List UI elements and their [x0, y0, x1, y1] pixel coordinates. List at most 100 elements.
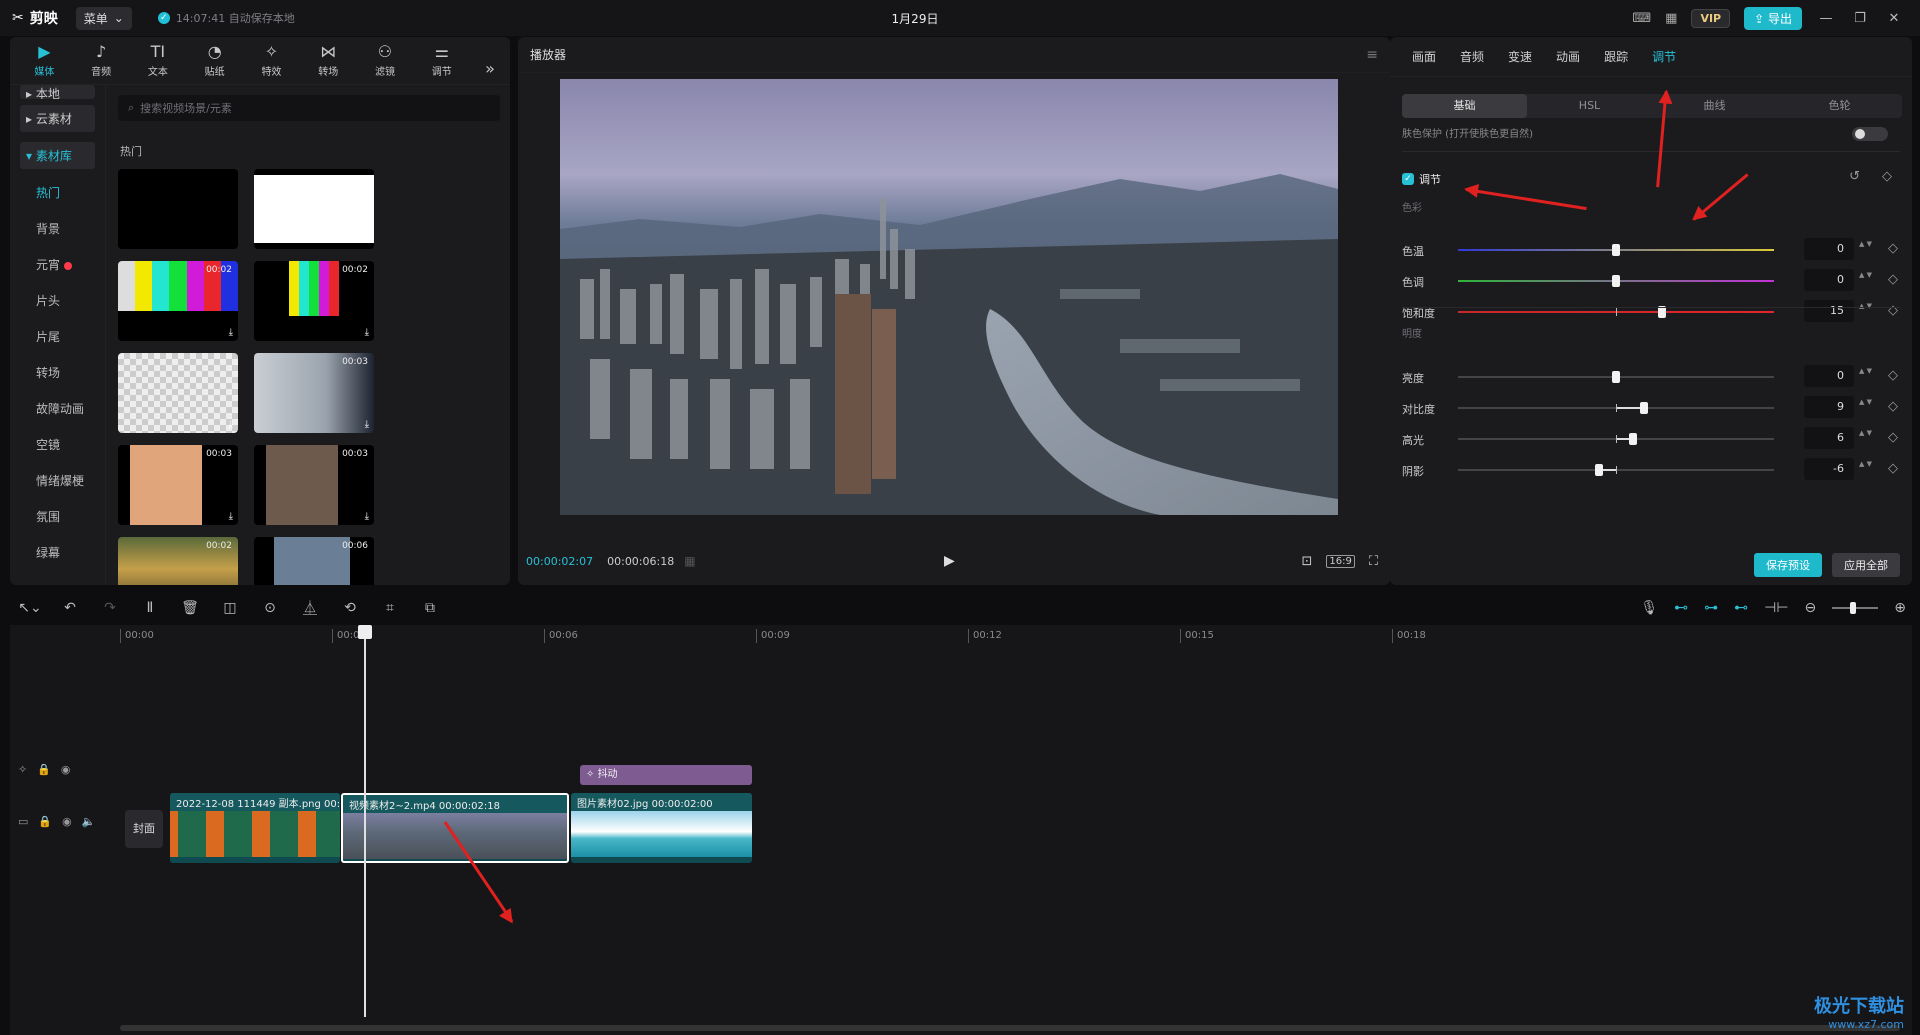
mirror-icon[interactable]: ⏅: [290, 598, 330, 618]
slider-value-input[interactable]: -6: [1804, 458, 1854, 480]
stepper-icon[interactable]: ▲ ▼: [1859, 240, 1872, 248]
download-icon[interactable]: ⤓: [365, 327, 369, 338]
lock-icon[interactable]: 🔒: [38, 815, 52, 828]
aspect-ratio-button[interactable]: 16:9: [1326, 554, 1355, 568]
tab-sticker[interactable]: ◔ 贴纸: [186, 44, 243, 84]
sidebar-local[interactable]: ▸ 本地: [20, 85, 95, 99]
minimize-icon[interactable]: —: [1816, 11, 1836, 26]
microphone-icon[interactable]: 🎙: [1640, 600, 1658, 616]
slider-track[interactable]: [1458, 244, 1774, 256]
eye-icon[interactable]: ◉: [61, 763, 71, 776]
stepper-icon[interactable]: ▲ ▼: [1859, 302, 1872, 310]
slider-value-input[interactable]: 15: [1804, 300, 1854, 322]
stepper-icon[interactable]: ▲ ▼: [1859, 271, 1872, 279]
menu-icon[interactable]: ≡: [1366, 47, 1378, 63]
zoom-out-icon[interactable]: ⊖: [1805, 600, 1817, 616]
slider-value-input[interactable]: 0: [1804, 269, 1854, 291]
sidebar-item[interactable]: 绿幕: [10, 535, 105, 571]
media-thumbnail[interactable]: 00:03 ⤓: [118, 445, 238, 525]
download-icon[interactable]: ⤓: [365, 511, 369, 522]
download-icon[interactable]: ⤓: [365, 419, 369, 430]
restore-icon[interactable]: ❐: [1850, 11, 1870, 26]
props-tab[interactable]: 调节: [1640, 48, 1688, 65]
tab-media[interactable]: ▶ 媒体: [16, 44, 73, 84]
slider-track[interactable]: [1458, 306, 1774, 318]
media-thumbnail[interactable]: 00:02⤓: [118, 537, 238, 585]
slider-knob[interactable]: [1612, 371, 1620, 383]
subtab[interactable]: 色轮: [1777, 94, 1902, 118]
select-tool-icon[interactable]: ↖⌄: [10, 600, 50, 616]
checkbox-icon[interactable]: ✓: [1402, 173, 1414, 185]
sidebar-item[interactable]: 氛围: [10, 499, 105, 535]
stepper-icon[interactable]: ▲ ▼: [1859, 460, 1872, 468]
layout-icon[interactable]: ▦: [1665, 11, 1677, 26]
rotate-icon[interactable]: ⟲: [330, 600, 370, 616]
adjust-section-header[interactable]: ✓ 调节: [1402, 171, 1441, 187]
media-thumbnail[interactable]: ⤓: [118, 353, 238, 433]
time-ruler[interactable]: 00:00 00:03 00:06 00:09 00:12 00:15 00:18: [120, 625, 1910, 649]
timeline-clip-selected[interactable]: 视频素材2~2.mp4 00:00:02:18: [341, 793, 569, 863]
media-thumbnail[interactable]: [254, 169, 374, 249]
sidebar-cloud[interactable]: ▸ 云素材: [20, 105, 95, 132]
props-tab[interactable]: 变速: [1496, 48, 1544, 65]
freeze-icon[interactable]: ◫: [210, 600, 250, 616]
sidebar-item[interactable]: 片头: [10, 283, 105, 319]
stepper-icon[interactable]: ▲ ▼: [1859, 429, 1872, 437]
keyboard-icon[interactable]: ⌨: [1632, 11, 1651, 26]
timeline-clip[interactable]: 图片素材02.jpg 00:00:02:00: [571, 793, 752, 863]
keyframe-icon[interactable]: ◇: [1888, 368, 1898, 383]
media-search-input[interactable]: ⌕ 搜索视频场景/元素: [118, 95, 500, 121]
main-track-magnet-icon[interactable]: ⊷: [1674, 600, 1688, 616]
download-icon[interactable]: ⤓: [229, 511, 233, 522]
keyframe-icon[interactable]: ◇: [1888, 461, 1898, 476]
sidebar-item[interactable]: 情绪爆梗: [10, 463, 105, 499]
subtab[interactable]: 基础: [1402, 94, 1527, 118]
screenshot-icon[interactable]: ⊡: [1302, 554, 1313, 569]
subtab[interactable]: HSL: [1527, 94, 1652, 118]
tab-effects[interactable]: ✧ 特效: [243, 44, 300, 84]
reverse-icon[interactable]: ⊙: [250, 600, 290, 616]
props-tab[interactable]: 画面: [1400, 48, 1448, 65]
media-thumbnail[interactable]: [118, 169, 238, 249]
preview-axis-icon[interactable]: ⊣⊢: [1764, 600, 1788, 616]
timeline-scrollbar[interactable]: [120, 1025, 1900, 1031]
timeline-grid-icon[interactable]: ▦: [684, 554, 695, 568]
apply-all-button[interactable]: 应用全部: [1832, 553, 1900, 577]
media-thumbnail[interactable]: 00:06⤓: [254, 537, 374, 585]
slider-track[interactable]: [1458, 275, 1774, 287]
keyframe-icon[interactable]: ◇: [1888, 303, 1898, 318]
slider-value-input[interactable]: 0: [1804, 238, 1854, 260]
timeline-clip[interactable]: 2022-12-08 111449 副本.png 00:0: [170, 793, 340, 863]
cover-button[interactable]: 封面: [125, 810, 163, 848]
lock-icon[interactable]: 🔒: [37, 763, 51, 776]
slider-value-input[interactable]: 9: [1804, 396, 1854, 418]
redo-icon[interactable]: ↷: [90, 600, 130, 616]
crop-icon[interactable]: ⌗: [370, 600, 410, 616]
slider-knob[interactable]: [1594, 464, 1603, 476]
tab-filter[interactable]: ⚇ 滤镜: [357, 44, 414, 84]
play-button[interactable]: ▶: [944, 553, 955, 569]
menu-button[interactable]: 菜单 ⌄: [75, 6, 132, 30]
close-icon[interactable]: ✕: [1884, 11, 1904, 26]
zoom-slider[interactable]: [1832, 602, 1879, 614]
effect-clip[interactable]: ✧ 抖动: [580, 765, 752, 785]
fullscreen-icon[interactable]: ⛶: [1369, 554, 1378, 569]
export-button[interactable]: ⇪ 导出: [1744, 6, 1802, 30]
stepper-icon[interactable]: ▲ ▼: [1859, 367, 1872, 375]
picture-in-picture-icon[interactable]: ⧉: [410, 600, 450, 616]
keyframe-icon[interactable]: ◇: [1882, 169, 1892, 184]
sidebar-item[interactable]: 故障动画: [10, 391, 105, 427]
sidebar-item[interactable]: 元宵: [10, 247, 105, 283]
eye-icon[interactable]: ◉: [62, 815, 72, 828]
auto-snap-icon[interactable]: ⊶: [1704, 600, 1718, 616]
zoom-in-icon[interactable]: ⊕: [1894, 600, 1906, 616]
sidebar-item[interactable]: 转场: [10, 355, 105, 391]
slider-value-input[interactable]: 6: [1804, 427, 1854, 449]
slider-knob[interactable]: [1640, 402, 1649, 414]
skin-protect-toggle[interactable]: [1852, 127, 1888, 141]
linkage-icon[interactable]: ⊷: [1734, 600, 1748, 616]
slider-track[interactable]: [1458, 402, 1774, 414]
delete-icon[interactable]: 🗑: [170, 600, 210, 616]
playhead[interactable]: [358, 625, 372, 1017]
slider-value-input[interactable]: 0: [1804, 365, 1854, 387]
